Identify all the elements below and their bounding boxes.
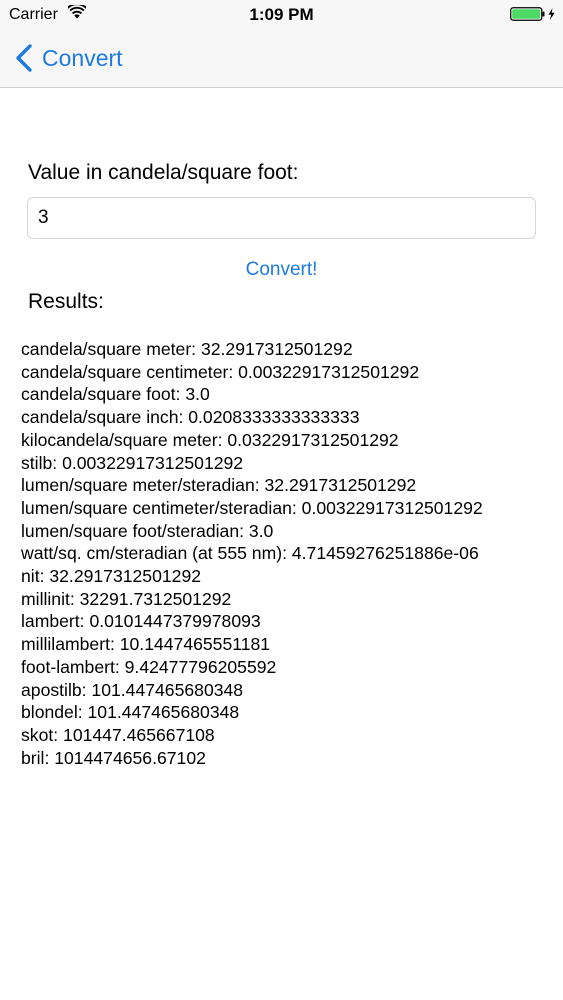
result-item: millilambert: 10.1447465551181 [21, 634, 271, 655]
results-list: candela/square meter: 32.2917312501292 c… [21, 338, 561, 769]
result-item: candela/square meter: 32.2917312501292 [21, 339, 353, 359]
result-item: lumen/square centimeter/steradian: 0.003… [21, 497, 483, 518]
result-item: nit: 32.2917312501292 [21, 566, 202, 587]
result-item: candela/square inch: 0.0208333333333333 [21, 407, 360, 428]
value-input[interactable] [27, 197, 536, 239]
results-heading: Results: [28, 290, 104, 313]
status-time: 1:09 PM [249, 5, 314, 24]
navigation-bar: Convert [0, 30, 563, 88]
result-item: apostilb: 101.447465680348 [21, 679, 244, 700]
back-button-label: Convert [42, 44, 123, 71]
value-field-label: Value in candela/square foot: [28, 161, 299, 184]
result-item: candela/square centimeter: 0.00322917312… [21, 361, 420, 382]
result-item: millinit: 32291.7312501292 [21, 588, 232, 609]
result-item: blondel: 101.447465680348 [21, 702, 240, 723]
result-item: skot: 101447.465667108 [21, 724, 215, 745]
result-item: lumen/square foot/steradian: 3.0 [21, 520, 274, 541]
status-bar: Carrier 1:09 PM [0, 0, 563, 30]
result-item: lumen/square meter/steradian: 32.2917312… [21, 475, 417, 496]
result-item: watt/sq. cm/steradian (at 555 nm): 4.714… [21, 543, 479, 564]
result-item: bril: 1014474656.67102 [21, 747, 206, 768]
convert-button[interactable]: Convert! [0, 259, 563, 281]
result-item: lambert: 0.0101447379978093 [21, 611, 261, 632]
back-button[interactable]: Convert [14, 42, 123, 74]
chevron-left-icon [16, 44, 32, 72]
result-item: kilocandela/square meter: 0.032291731250… [21, 429, 399, 450]
result-item: candela/square foot: 3.0 [21, 384, 210, 405]
result-item: stilb: 0.00322917312501292 [21, 452, 244, 473]
battery-charging-icon [510, 7, 555, 21]
result-item: foot-lambert: 9.42477796205592 [21, 656, 277, 677]
